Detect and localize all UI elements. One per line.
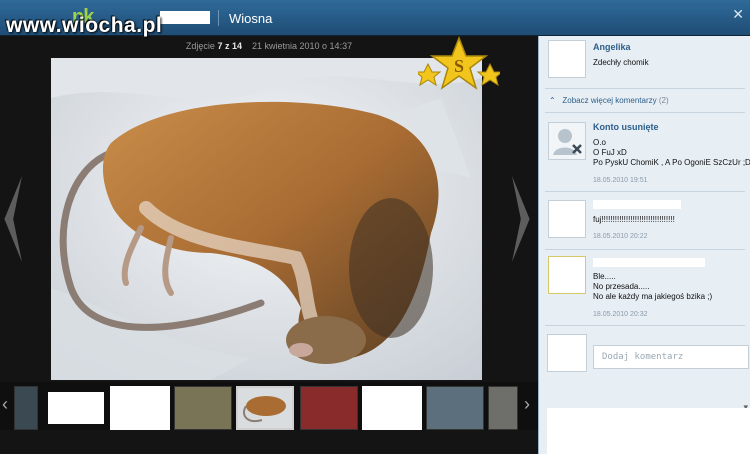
expand-icon: ⌃ <box>549 96 556 105</box>
comment-text: fuj!!!!!!!!!!!!!!!!!!!!!!!!!!!!!!!!! <box>593 215 675 224</box>
divider <box>545 88 745 89</box>
photo-viewer: Zdjęcie 7 z 14 21 kwietnia 2010 o 14:37 <box>0 36 538 454</box>
redacted-author <box>593 200 681 209</box>
thumbnail[interactable] <box>48 392 104 424</box>
svg-text:S: S <box>454 56 464 76</box>
comments-sidebar: Angelika Zdechły chomik ⌃ Zobacz więcej … <box>538 36 750 454</box>
comment-text: O FuJ xD <box>593 148 627 157</box>
my-avatar <box>547 334 587 372</box>
redacted-area <box>547 408 750 454</box>
comment-text: No ale każdy ma jakiegoś bzika ;) <box>593 292 713 301</box>
deleted-account-avatar-icon <box>548 122 586 160</box>
next-photo-arrow-icon[interactable] <box>512 176 530 262</box>
divider <box>545 191 745 192</box>
comment-text: No przesada..... <box>593 282 650 291</box>
previous-photo-arrow-icon[interactable] <box>4 176 22 262</box>
comment-date: 18.05.2010 19:51 <box>593 177 648 184</box>
avatar[interactable] <box>548 256 586 294</box>
avatar[interactable] <box>548 40 586 78</box>
album-title[interactable]: Wiosna <box>229 11 272 26</box>
thumbnail[interactable] <box>14 386 38 430</box>
redacted-name <box>160 11 210 24</box>
comment-text: Ble..... <box>593 272 616 281</box>
divider <box>545 249 745 250</box>
thumbs-right-arrow-icon[interactable]: › <box>524 394 530 415</box>
add-comment-input[interactable]: Dodaj komentarz <box>593 345 749 369</box>
more-comments-count: (2) <box>658 96 669 105</box>
thumbnail[interactable] <box>174 386 232 430</box>
divider <box>545 112 745 113</box>
comment-text: Zdechły chomik <box>593 58 649 67</box>
comment-text: Po PyskU ChomiK , A Po OgoniE SzCzUr ;D <box>593 158 750 167</box>
thumbnail-selected[interactable] <box>236 386 294 430</box>
photo-label: Zdjęcie <box>185 41 215 51</box>
breadcrumb-separator <box>218 10 219 26</box>
more-comments-label: Zobacz więcej komentarzy <box>562 96 657 105</box>
main-photo <box>51 58 482 380</box>
gold-star-badge-icon: S <box>418 36 500 90</box>
photo-position: 7 z 14 <box>217 41 242 51</box>
thumbnail[interactable] <box>362 386 422 430</box>
thumbnail[interactable] <box>110 386 170 430</box>
comment-date: 18.05.2010 20:22 <box>593 233 648 240</box>
comment-author[interactable]: Angelika <box>593 42 631 52</box>
comment-date: 18.05.2010 20:32 <box>593 311 648 318</box>
comment-author[interactable]: Konto usunięte <box>593 122 659 132</box>
thumbnail-strip: ‹ › <box>0 382 538 430</box>
thumbs-left-arrow-icon[interactable]: ‹ <box>2 394 8 415</box>
avatar[interactable] <box>548 200 586 238</box>
thumbnail[interactable] <box>488 386 518 430</box>
thumbnail[interactable] <box>426 386 484 430</box>
photo-date: 21 kwietnia 2010 o 14:37 <box>252 41 353 51</box>
photo-viewer-page: www.wiocha.pl nk Wiosna ✕ Zdjęcie 7 z 14… <box>0 0 750 454</box>
comment-text: O.o <box>593 138 606 147</box>
divider <box>545 325 745 326</box>
redacted-author <box>593 258 705 267</box>
site-watermark: www.wiocha.pl <box>6 14 163 37</box>
more-comments-link[interactable]: ⌃ Zobacz więcej komentarzy (2) <box>549 96 669 105</box>
thumbnail[interactable] <box>300 386 358 430</box>
close-icon[interactable]: ✕ <box>732 6 744 23</box>
